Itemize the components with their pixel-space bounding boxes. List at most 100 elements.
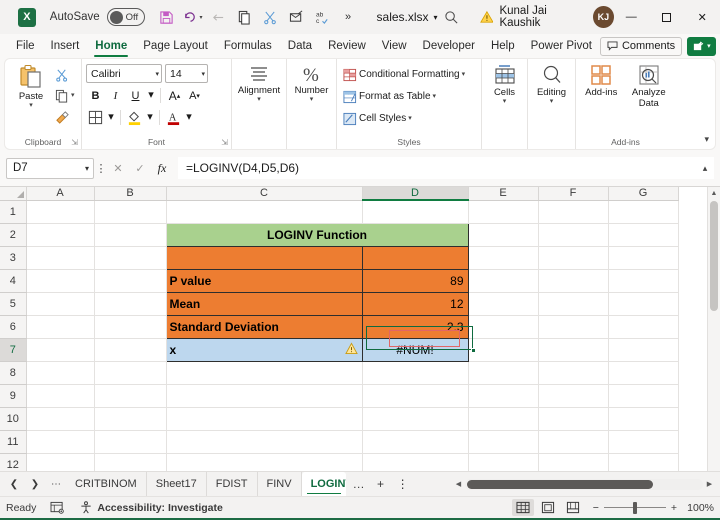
save-icon[interactable] [154, 5, 179, 30]
cell-c7-label[interactable]: x [165, 337, 363, 362]
cell-b7[interactable] [94, 338, 167, 362]
vertical-scrollbar[interactable]: ▲ [707, 187, 720, 471]
cell-c4-label[interactable]: P value [165, 268, 363, 293]
font-family-select[interactable]: Calibri ▾ [86, 64, 162, 83]
sheet-tab-critbinom[interactable]: CRITBINOM [66, 472, 147, 496]
cell-g8[interactable] [608, 361, 679, 385]
cell-c11[interactable] [166, 430, 363, 454]
redo-icon[interactable] [206, 5, 231, 30]
cell-a9[interactable] [26, 384, 95, 408]
qat-more-icon[interactable]: » [336, 5, 361, 30]
cells-chevron-icon[interactable]: ▾ [503, 98, 507, 105]
cell-a3[interactable] [26, 246, 95, 270]
formula-bar-overflow-icon[interactable]: ⋮ [94, 162, 108, 175]
row-header-5[interactable]: 5 [0, 292, 27, 316]
cell-f12[interactable] [538, 453, 609, 471]
cell-a11[interactable] [26, 430, 95, 454]
cell-e2[interactable] [468, 223, 539, 247]
formula-input[interactable]: =LOGINV(D4,D5,D6) [178, 157, 696, 179]
tab-review[interactable]: Review [320, 34, 374, 58]
email-icon[interactable] [284, 5, 309, 30]
editing-button[interactable]: Editing ▾ [532, 62, 571, 105]
cell-f1[interactable] [538, 200, 609, 224]
cell-f3[interactable] [538, 246, 609, 270]
cell-f9[interactable] [538, 384, 609, 408]
cell-a7[interactable] [26, 338, 95, 362]
cell-c10[interactable] [166, 407, 363, 431]
cell-b8[interactable] [94, 361, 167, 385]
horizontal-scroll-track[interactable] [465, 478, 703, 490]
borders-chevron-icon[interactable]: ▾ [106, 108, 116, 127]
row-header-2[interactable]: 2 [0, 223, 27, 247]
cell-d3[interactable] [361, 245, 469, 270]
cell-b12[interactable] [94, 453, 167, 471]
cell-b5[interactable] [94, 292, 167, 316]
error-warning-icon[interactable] [344, 341, 358, 357]
maximize-button[interactable] [649, 0, 684, 34]
cell-f10[interactable] [538, 407, 609, 431]
font-color-chevron-icon[interactable]: ▾ [184, 108, 194, 127]
cell-g10[interactable] [608, 407, 679, 431]
scroll-up-icon[interactable]: ▲ [711, 187, 718, 200]
row-header-9[interactable]: 9 [0, 384, 27, 408]
add-sheet-button[interactable]: + [371, 472, 391, 497]
minimize-button[interactable]: — [614, 0, 649, 34]
cell-g7[interactable] [608, 338, 679, 362]
name-box[interactable]: D7 ▾ [6, 157, 94, 179]
expand-formula-bar-button[interactable]: ▴ [696, 157, 714, 179]
font-color-button[interactable]: A [164, 108, 183, 127]
italic-button[interactable]: I [106, 86, 125, 105]
sheet-options-icon[interactable]: ⋮ [393, 472, 413, 497]
insert-function-button[interactable]: fx [152, 158, 172, 178]
alignment-chevron-icon[interactable]: ▾ [257, 96, 261, 103]
cells-button[interactable]: Cells ▾ [486, 62, 523, 105]
row-header-3[interactable]: 3 [0, 246, 27, 270]
cell-a1[interactable] [26, 200, 95, 224]
cell-a12[interactable] [26, 453, 95, 471]
column-header-a[interactable]: A [26, 187, 95, 201]
sheet-tab-finv[interactable]: FINV [258, 472, 302, 496]
tab-file[interactable]: File [8, 34, 43, 58]
cell-b9[interactable] [94, 384, 167, 408]
conditional-formatting-button[interactable]: Conditional Formatting ▾ [341, 65, 477, 84]
format-as-table-chevron-icon[interactable]: ▾ [433, 93, 437, 100]
row-header-8[interactable]: 8 [0, 361, 27, 385]
cell-f8[interactable] [538, 361, 609, 385]
tab-data[interactable]: Data [280, 34, 320, 58]
cell-c2-table-title[interactable]: LOGINV Function [165, 222, 469, 247]
enter-formula-button[interactable]: ✓ [130, 158, 150, 178]
row-header-4[interactable]: 4 [0, 269, 27, 293]
cell-f7[interactable] [538, 338, 609, 362]
underline-button[interactable]: U [126, 86, 145, 105]
cell-e5[interactable] [468, 292, 539, 316]
cut-button[interactable] [53, 65, 77, 84]
avatar[interactable]: KJ [593, 6, 614, 28]
ribbon-collapse-button[interactable]: ▾ [704, 134, 709, 145]
sheet-next-icon[interactable]: ❯ [25, 472, 45, 497]
number-chevron-icon[interactable]: ▾ [310, 96, 314, 103]
tab-page-layout[interactable]: Page Layout [135, 34, 216, 58]
tab-developer[interactable]: Developer [415, 34, 483, 58]
cell-d11[interactable] [362, 430, 469, 454]
accessibility-button[interactable]: Accessibility: Investigate [79, 501, 223, 514]
cell-g1[interactable] [608, 200, 679, 224]
row-header-1[interactable]: 1 [0, 200, 27, 224]
cell-g4[interactable] [608, 269, 679, 293]
cell-d8[interactable] [362, 361, 469, 385]
cell-f6[interactable] [538, 315, 609, 339]
autosave-toggle[interactable]: Off [106, 8, 145, 26]
cell-d9[interactable] [362, 384, 469, 408]
share-button[interactable]: ▾ [687, 36, 716, 56]
cell-f5[interactable] [538, 292, 609, 316]
cell-d7-result[interactable]: #NUM! [361, 337, 469, 362]
bold-button[interactable]: B [86, 86, 105, 105]
macro-record-button[interactable] [50, 501, 65, 514]
cell-g9[interactable] [608, 384, 679, 408]
cell-c3[interactable] [165, 245, 363, 270]
cell-b11[interactable] [94, 430, 167, 454]
scroll-left-icon[interactable]: ◀ [452, 480, 465, 488]
cell-e3[interactable] [468, 246, 539, 270]
cell-a8[interactable] [26, 361, 95, 385]
zoom-slider[interactable] [603, 501, 666, 514]
format-as-table-button[interactable]: Format as Table ▾ [341, 87, 477, 106]
